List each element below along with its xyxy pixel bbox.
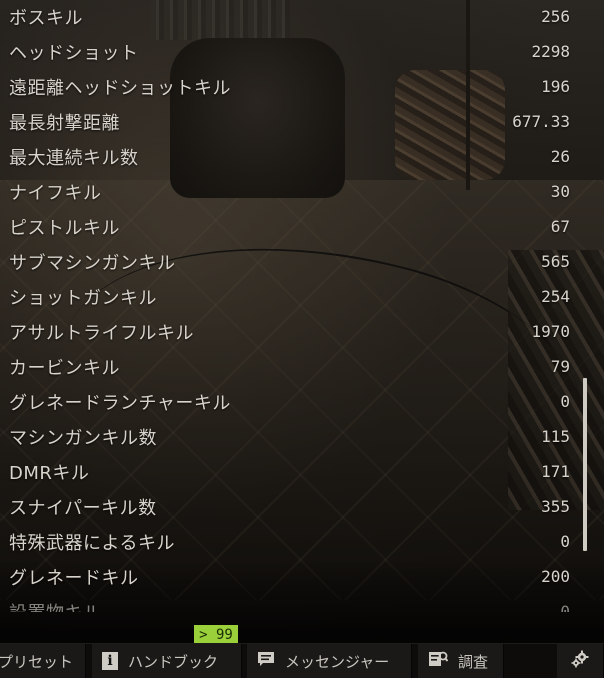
stat-row-long-range-headshot-kills: 遠距離ヘッドショットキル 196 bbox=[0, 69, 580, 104]
stat-row-max-kill-streak: 最大連続キル数 26 bbox=[0, 139, 580, 174]
stat-label: 最長射撃距離 bbox=[9, 112, 120, 134]
stat-value: 0 bbox=[560, 602, 570, 612]
stat-value: 200 bbox=[541, 567, 570, 586]
stat-row-shotgun-kills: ショットガンキル 254 bbox=[0, 279, 580, 314]
survey-button[interactable]: 調査 bbox=[418, 644, 504, 678]
stat-label: グレネードキル bbox=[9, 567, 139, 589]
stat-row-longest-shot: 最長射撃距離 677.33 bbox=[0, 104, 580, 139]
stat-row-smg-kills: サブマシンガンキル 565 bbox=[0, 244, 580, 279]
stat-row-dmr-kills: DMRキル 171 bbox=[0, 454, 580, 489]
stat-label: DMRキル bbox=[9, 462, 90, 484]
stat-value: 26 bbox=[550, 147, 570, 166]
stat-value: 196 bbox=[541, 77, 570, 96]
stat-label: 設置物キル bbox=[9, 599, 102, 613]
stat-label: スナイパーキル数 bbox=[9, 497, 157, 519]
presets-label: プリセット bbox=[0, 652, 73, 671]
bottom-taskbar: プリセット i ハンドブック メッセンジャー 調査 bbox=[0, 643, 604, 678]
stat-value: 0 bbox=[560, 392, 570, 411]
stat-label: ナイフキル bbox=[9, 182, 102, 204]
stat-row-sniper-kills: スナイパーキル数 355 bbox=[0, 489, 580, 524]
stat-value: 256 bbox=[541, 7, 570, 26]
handbook-label: ハンドブック bbox=[128, 652, 219, 671]
stat-label: ピストルキル bbox=[9, 217, 120, 239]
stat-row-headshots: ヘッドショット 2298 bbox=[0, 34, 580, 69]
stat-value: 115 bbox=[541, 427, 570, 446]
gear-icon bbox=[570, 649, 590, 673]
messenger-button[interactable]: メッセンジャー bbox=[247, 644, 412, 678]
stat-label: ショットガンキル bbox=[9, 287, 157, 309]
presets-button[interactable]: プリセット bbox=[0, 644, 86, 678]
stat-row-placed-object-kills: 設置物キル 0 bbox=[0, 594, 580, 612]
stat-label: 特殊武器によるキル bbox=[9, 532, 175, 554]
stat-label: 最大連続キル数 bbox=[9, 147, 139, 169]
survey-icon bbox=[428, 650, 449, 672]
survey-label: 調査 bbox=[458, 652, 489, 671]
info-icon: i bbox=[102, 652, 118, 670]
stat-row-special-weapon-kills: 特殊武器によるキル 0 bbox=[0, 524, 580, 559]
stat-label: グレネードランチャーキル bbox=[9, 392, 231, 414]
stat-value: 0 bbox=[560, 532, 570, 551]
stat-row-boss-kills: ボスキル 256 bbox=[0, 0, 580, 34]
messenger-unread-badge: > 99 bbox=[194, 625, 238, 644]
stat-label: アサルトライフルキル bbox=[9, 322, 194, 344]
stat-value: 355 bbox=[541, 497, 570, 516]
stat-value: 1970 bbox=[531, 322, 570, 341]
stat-row-pistol-kills: ピストルキル 67 bbox=[0, 209, 580, 244]
stat-value: 30 bbox=[550, 182, 570, 201]
stat-label: ボスキル bbox=[9, 7, 83, 29]
stat-value: 171 bbox=[541, 462, 570, 481]
stat-row-carbine-kills: カービンキル 79 bbox=[0, 349, 580, 384]
stat-label: マシンガンキル数 bbox=[9, 427, 157, 449]
stat-row-grenade-launcher-kills: グレネードランチャーキル 0 bbox=[0, 384, 580, 419]
stat-label: カービンキル bbox=[9, 357, 120, 379]
stat-row-assault-rifle-kills: アサルトライフルキル 1970 bbox=[0, 314, 580, 349]
stat-value: 67 bbox=[550, 217, 570, 236]
stats-list[interactable]: ボスキル 256 ヘッドショット 2298 遠距離ヘッドショットキル 196 最… bbox=[0, 0, 580, 612]
stat-value: 2298 bbox=[531, 42, 570, 61]
stat-value: 677.33 bbox=[512, 112, 570, 131]
stat-value: 565 bbox=[541, 252, 570, 271]
stat-row-knife-kills: ナイフキル 30 bbox=[0, 174, 580, 209]
stat-label: ヘッドショット bbox=[9, 42, 139, 64]
scrollbar-thumb[interactable] bbox=[583, 378, 587, 551]
stat-label: サブマシンガンキル bbox=[9, 252, 176, 274]
messenger-label: メッセンジャー bbox=[285, 652, 390, 671]
settings-button[interactable] bbox=[557, 644, 604, 678]
stat-value: 79 bbox=[550, 357, 570, 376]
message-icon bbox=[257, 651, 275, 671]
stat-label: 遠距離ヘッドショットキル bbox=[9, 77, 231, 99]
stat-value: 254 bbox=[541, 287, 570, 306]
stat-row-machine-gun-kills: マシンガンキル数 115 bbox=[0, 419, 580, 454]
handbook-button[interactable]: i ハンドブック bbox=[92, 644, 242, 678]
stat-row-grenade-kills: グレネードキル 200 bbox=[0, 559, 580, 594]
